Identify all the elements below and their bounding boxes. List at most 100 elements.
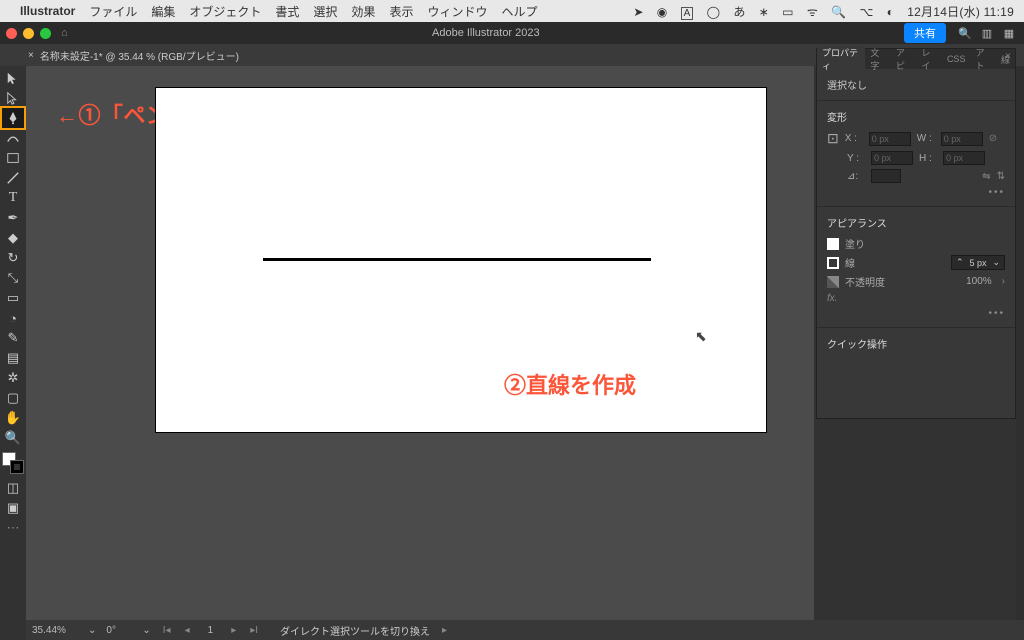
zoom-tool[interactable]: 🔍 [2, 428, 24, 448]
fill-stroke-swatch[interactable] [2, 452, 24, 474]
search-icon[interactable]: 🔍 [956, 27, 974, 40]
reference-point-icon[interactable]: ⊡ [827, 130, 839, 147]
zoom-level[interactable]: 35.44% [32, 625, 78, 636]
hint-play-icon[interactable]: ▸ [440, 625, 449, 636]
bluetooth-icon[interactable]: ∗ [759, 5, 769, 19]
screen-mode-icon[interactable]: ▣ [2, 498, 24, 518]
artboard-number[interactable]: 1 [202, 625, 220, 636]
y-input[interactable] [871, 151, 913, 165]
wifi-icon[interactable]: ᯤ [807, 5, 818, 19]
flip-h-icon[interactable]: ⇋ [982, 171, 990, 182]
eyedropper-tool[interactable]: ✎ [2, 328, 24, 348]
x-label: X : [845, 133, 863, 144]
right-dock[interactable] [1016, 66, 1024, 620]
stroke-swatch[interactable] [10, 460, 24, 474]
type-tool[interactable]: T [2, 188, 24, 208]
x-input[interactable] [869, 132, 911, 146]
tab-properties[interactable]: プロパティ [817, 46, 865, 72]
artboard[interactable]: ②直線を作成 [156, 88, 766, 432]
zoom-chevron-icon[interactable]: ⌄ [88, 625, 96, 636]
line-chat-icon[interactable]: ◉ [657, 5, 667, 19]
scale-tool[interactable]: ⤡ [2, 268, 24, 288]
angle-input[interactable] [871, 169, 901, 183]
stroke-weight-input[interactable]: ⌃5 px⌄ [951, 255, 1005, 270]
workspace-icon[interactable]: ▦ [1000, 27, 1018, 40]
shape-builder-tool[interactable]: ◔ [2, 308, 24, 328]
menu-object[interactable]: オブジェクト [189, 3, 261, 20]
h-input[interactable] [943, 151, 985, 165]
artboard-prev-icon[interactable]: ◂ [183, 625, 192, 636]
symbol-sprayer-tool[interactable]: ✲ [2, 368, 24, 388]
rotate-tool[interactable]: ↻ [2, 248, 24, 268]
direct-selection-tool[interactable] [2, 88, 24, 108]
rectangle-tool[interactable] [2, 148, 24, 168]
window-maximize-button[interactable] [40, 28, 51, 39]
artboard-tool[interactable]: ▢ [2, 388, 24, 408]
tab-appearance[interactable]: アピ [891, 46, 917, 72]
artboard-first-icon[interactable]: I◂ [161, 625, 173, 636]
color-mode-icon[interactable]: ◫ [2, 478, 24, 498]
rotation-angle[interactable]: 0° [106, 625, 132, 636]
artboard-last-icon[interactable]: ▸I [248, 625, 260, 636]
width-tool[interactable]: ▭ [2, 288, 24, 308]
window-minimize-button[interactable] [23, 28, 34, 39]
menu-view[interactable]: 表示 [389, 3, 413, 20]
battery-icon[interactable]: ▭ [782, 5, 793, 19]
fill-chip[interactable] [827, 238, 839, 250]
lock-ratio-icon[interactable]: ⊘ [989, 133, 997, 144]
tab-character[interactable]: 文字 [865, 46, 891, 72]
artboard-next-icon[interactable]: ▸ [229, 625, 238, 636]
menu-help[interactable]: ヘルプ [501, 3, 537, 20]
appearance-more-icon[interactable]: ••• [827, 308, 1005, 319]
edit-toolbar-icon[interactable]: ⋯ [2, 518, 24, 538]
menu-file[interactable]: ファイル [89, 3, 137, 20]
quick-actions-title: クイック操作 [827, 336, 1005, 351]
tools-panel: T ✒ ◆ ↻ ⤡ ▭ ◔ ✎ ▤ ✲ ▢ ✋ 🔍 ◫ ▣ ⋯ [0, 66, 26, 538]
menubar-clock[interactable]: 12月14日(水) 11:19 [907, 5, 1014, 19]
siri-icon[interactable]: ◐ [887, 5, 894, 19]
fx-label[interactable]: fx. [827, 293, 838, 304]
flip-v-icon[interactable]: ⇅ [997, 171, 1005, 182]
transform-more-icon[interactable]: ••• [827, 187, 1005, 198]
opacity-chip[interactable] [827, 276, 839, 288]
paintbrush-tool[interactable]: ✒ [2, 208, 24, 228]
eraser-tool[interactable]: ◆ [2, 228, 24, 248]
transform-title: 変形 [827, 109, 1005, 124]
line-tool[interactable] [2, 168, 24, 188]
gradient-tool[interactable]: ▤ [2, 348, 24, 368]
menu-edit[interactable]: 編集 [151, 3, 175, 20]
selection-tool[interactable] [2, 68, 24, 88]
opacity-chevron-icon[interactable]: › [1002, 276, 1005, 287]
home-icon[interactable]: ⌂ [61, 27, 68, 39]
document-tab[interactable]: × 名称未設定-1* @ 35.44 % (RGB/プレビュー) [28, 48, 239, 63]
w-input[interactable] [941, 132, 983, 146]
close-tab-icon[interactable]: × [28, 50, 34, 61]
menu-type[interactable]: 書式 [275, 3, 299, 20]
share-button[interactable]: 共有 [904, 23, 946, 43]
drawn-line[interactable] [263, 258, 651, 261]
arrange-icon[interactable]: ▥ [978, 27, 996, 40]
tab-layers[interactable]: レイ [916, 46, 942, 72]
input-icon[interactable]: あ [733, 5, 745, 19]
pen-tool[interactable] [2, 108, 24, 128]
tab-actions[interactable]: アト [970, 46, 996, 72]
control-center-icon[interactable]: ⌥ [859, 5, 873, 19]
atext-icon[interactable]: A [681, 7, 694, 20]
stroke-chip[interactable] [827, 257, 839, 269]
location-icon[interactable]: ➤ [633, 5, 643, 19]
panel-close-icon[interactable]: × [1005, 51, 1011, 62]
menu-window[interactable]: ウィンドウ [427, 3, 487, 20]
curvature-tool[interactable] [2, 128, 24, 148]
annotation-2: ②直線を作成 [504, 368, 636, 400]
app-name[interactable]: Illustrator [20, 4, 75, 18]
record-icon[interactable]: ◯ [707, 5, 720, 19]
angle-chevron-icon[interactable]: ⌄ [142, 625, 150, 636]
window-close-button[interactable] [6, 28, 17, 39]
spotlight-icon[interactable]: 🔍 [831, 5, 846, 19]
menu-effect[interactable]: 効果 [351, 3, 375, 20]
opacity-value[interactable]: 100% [966, 276, 992, 287]
canvas-area[interactable]: ←①「ペンツール」を選択 ②直線を作成 ⬉ [26, 66, 814, 620]
hand-tool[interactable]: ✋ [2, 408, 24, 428]
menu-select[interactable]: 選択 [313, 3, 337, 20]
tab-css[interactable]: CSS [942, 54, 971, 64]
